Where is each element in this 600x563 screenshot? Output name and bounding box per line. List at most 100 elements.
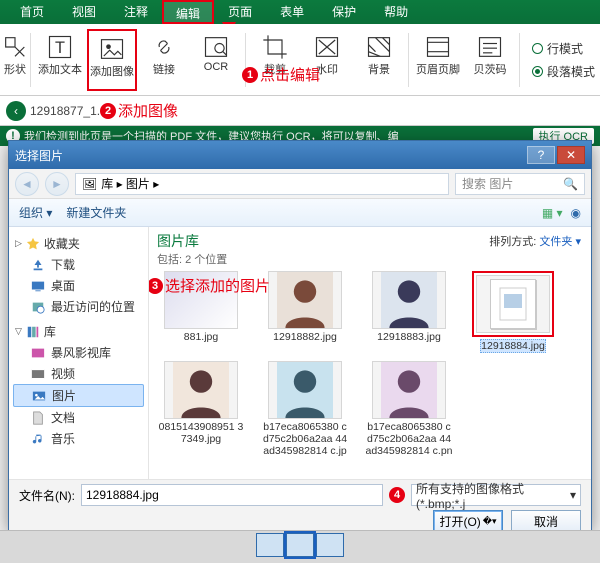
view-options-icon[interactable]: ▦ ▾ xyxy=(542,206,563,220)
help-icon[interactable]: ◉ xyxy=(571,206,581,220)
dialog-footer: 文件名(N): 4 所有支持的图像格式 (*.bmp;*.j▾ 打开(O) �▾… xyxy=(9,479,591,531)
menu-home[interactable]: 首页 xyxy=(6,0,58,24)
ocr-button[interactable]: OCR xyxy=(191,29,241,91)
open-button[interactable]: 打开(O) �▾ xyxy=(433,510,503,532)
ribbon-toolbar: 形状 T 添加文本 添加图像 链接 OCR 裁剪 水印 背景 页眉页脚 贝茨码 … xyxy=(0,24,600,96)
video-icon xyxy=(31,346,45,360)
nav-pictures[interactable]: 图片 xyxy=(13,384,144,407)
file-name-label: 12918884.jpg xyxy=(480,339,546,353)
shape-button[interactable]: 形状 xyxy=(4,29,26,91)
sort-dropdown[interactable]: 文件夹 ▾ xyxy=(539,236,581,248)
document-icon xyxy=(31,411,45,425)
library-icon xyxy=(26,325,40,339)
organize-button[interactable]: 组织 ▾ xyxy=(19,204,52,221)
page-thumb-selected[interactable] xyxy=(286,533,314,557)
nav-back-icon[interactable]: ◄ xyxy=(15,172,39,196)
help-button[interactable]: ? xyxy=(527,146,555,164)
ocr-label: OCR xyxy=(204,61,228,73)
menu-protect[interactable]: 保护 xyxy=(318,0,370,24)
nav-videos[interactable]: 视频 xyxy=(13,363,144,384)
menu-view[interactable]: 视图 xyxy=(58,0,110,24)
callout-2: 2添加图像 xyxy=(100,100,178,121)
nav-documents[interactable]: 文档 xyxy=(13,407,144,428)
file-name-label: 12918882.jpg xyxy=(273,331,337,343)
file-name-label: 881.jpg xyxy=(184,331,218,343)
nav-stormvideo[interactable]: 暴风影视库 xyxy=(13,342,144,363)
header-footer-button[interactable]: 页眉页脚 xyxy=(413,29,463,91)
page-thumbnail-strip xyxy=(0,530,600,563)
bates-label: 贝茨码 xyxy=(474,61,507,77)
menu-page[interactable]: 页面 xyxy=(214,0,266,24)
file-name-label: 12918883.jpg xyxy=(377,331,441,343)
path-breadcrumb[interactable]: 🖼库 ▸ 图片 ▸ xyxy=(75,173,449,195)
file-thumbnail-icon xyxy=(164,361,238,419)
file-name-label: b17eca8065380 cd75c2b06a2aa 44ad34598281… xyxy=(365,421,453,459)
menu-help[interactable]: 帮助 xyxy=(370,0,422,24)
paragraph-mode-label: 段落模式 xyxy=(547,63,595,80)
file-item[interactable]: 12918884.jpg xyxy=(469,271,557,353)
filetype-combobox[interactable]: 所有支持的图像格式 (*.bmp;*.j▾ xyxy=(411,484,581,506)
badge-1-icon: 1 xyxy=(242,67,258,83)
nav-music[interactable]: 音乐 xyxy=(13,428,144,449)
shape-label: 形状 xyxy=(4,61,26,77)
app-menu-bar: 首页 视图 注释 编辑 页面 表单 保护 帮助 xyxy=(0,0,600,24)
file-item[interactable]: 0815143908951 37349.jpg xyxy=(157,361,245,459)
libraries-group[interactable]: ▽库 xyxy=(13,321,144,342)
mode-group: 行模式 段落模式 xyxy=(532,40,595,80)
add-image-button[interactable]: 添加图像 xyxy=(87,29,137,91)
cancel-button[interactable]: 取消 xyxy=(511,510,581,532)
music-icon xyxy=(31,432,45,446)
badge-3-icon: 3 xyxy=(149,278,163,294)
link-button[interactable]: 链接 xyxy=(139,29,189,91)
svg-text:T: T xyxy=(55,38,65,56)
row-mode-radio[interactable]: 行模式 xyxy=(532,40,595,57)
filename-label: 文件名(N): xyxy=(19,487,75,504)
nav-forward-icon[interactable]: ► xyxy=(45,172,69,196)
row-mode-label: 行模式 xyxy=(547,40,583,57)
favorites-group[interactable]: ▷收藏夹 xyxy=(13,233,144,254)
filename-input[interactable] xyxy=(81,484,383,506)
file-name-label: 0815143908951 37349.jpg xyxy=(157,421,245,445)
header-footer-label: 页眉页脚 xyxy=(416,61,460,77)
file-open-dialog: 选择图片 ? ✕ ◄ ► 🖼库 ▸ 图片 ▸ 搜索 图片🔍 组织 ▾ 新建文件夹… xyxy=(8,140,592,530)
close-icon[interactable]: ✕ xyxy=(557,146,585,164)
background-label: 背景 xyxy=(368,61,390,77)
add-image-label: 添加图像 xyxy=(90,63,134,79)
add-text-label: 添加文本 xyxy=(38,61,82,77)
file-name-label: b17eca8065380 cd75c2b06a2aa 44ad34598281… xyxy=(261,421,349,459)
film-icon xyxy=(31,367,45,381)
document-tab-bar: ‹ 12918877_1... 2添加图像 xyxy=(0,96,600,126)
file-item[interactable]: b17eca8065380 cd75c2b06a2aa 44ad34598281… xyxy=(365,361,453,459)
menu-form[interactable]: 表单 xyxy=(266,0,318,24)
callout-1: 1点击编辑 xyxy=(242,64,320,85)
file-item[interactable]: 12918882.jpg xyxy=(261,271,349,353)
dialog-title: 选择图片 xyxy=(15,147,63,164)
file-item[interactable]: 12918883.jpg xyxy=(365,271,453,353)
dialog-titlebar: 选择图片 ? ✕ xyxy=(9,141,591,169)
file-thumbnail-icon xyxy=(372,361,446,419)
badge-4-icon: 4 xyxy=(389,487,405,503)
file-thumbnail-icon xyxy=(268,271,342,329)
nav-recent[interactable]: 最近访问的位置 xyxy=(13,296,144,317)
nav-desktop[interactable]: 桌面 xyxy=(13,275,144,296)
background-button[interactable]: 背景 xyxy=(354,29,404,91)
add-text-button[interactable]: T 添加文本 xyxy=(35,29,85,91)
sort-row: 排列方式: 文件夹 ▾ xyxy=(489,233,581,249)
back-icon[interactable]: ‹ xyxy=(6,101,26,121)
dialog-toolbar: 组织 ▾ 新建文件夹 ▦ ▾ ◉ xyxy=(9,199,591,227)
page-thumb[interactable] xyxy=(256,533,284,557)
file-item[interactable]: b17eca8065380 cd75c2b06a2aa 44ad34598281… xyxy=(261,361,349,459)
document-tab[interactable]: 12918877_1... xyxy=(30,104,107,118)
star-icon xyxy=(26,237,40,251)
menu-edit[interactable]: 编辑 xyxy=(162,0,214,24)
search-input[interactable]: 搜索 图片🔍 xyxy=(455,173,585,195)
nav-downloads[interactable]: 下载 xyxy=(13,254,144,275)
dialog-nav-bar: ◄ ► 🖼库 ▸ 图片 ▸ 搜索 图片🔍 xyxy=(9,169,591,199)
menu-comment[interactable]: 注释 xyxy=(110,0,162,24)
paragraph-mode-radio[interactable]: 段落模式 xyxy=(532,63,595,80)
page-thumb[interactable] xyxy=(316,533,344,557)
bates-button[interactable]: 贝茨码 xyxy=(465,29,515,91)
new-folder-button[interactable]: 新建文件夹 xyxy=(66,204,126,221)
file-thumbnail-icon xyxy=(372,271,446,329)
file-thumbnail-icon xyxy=(476,275,550,333)
